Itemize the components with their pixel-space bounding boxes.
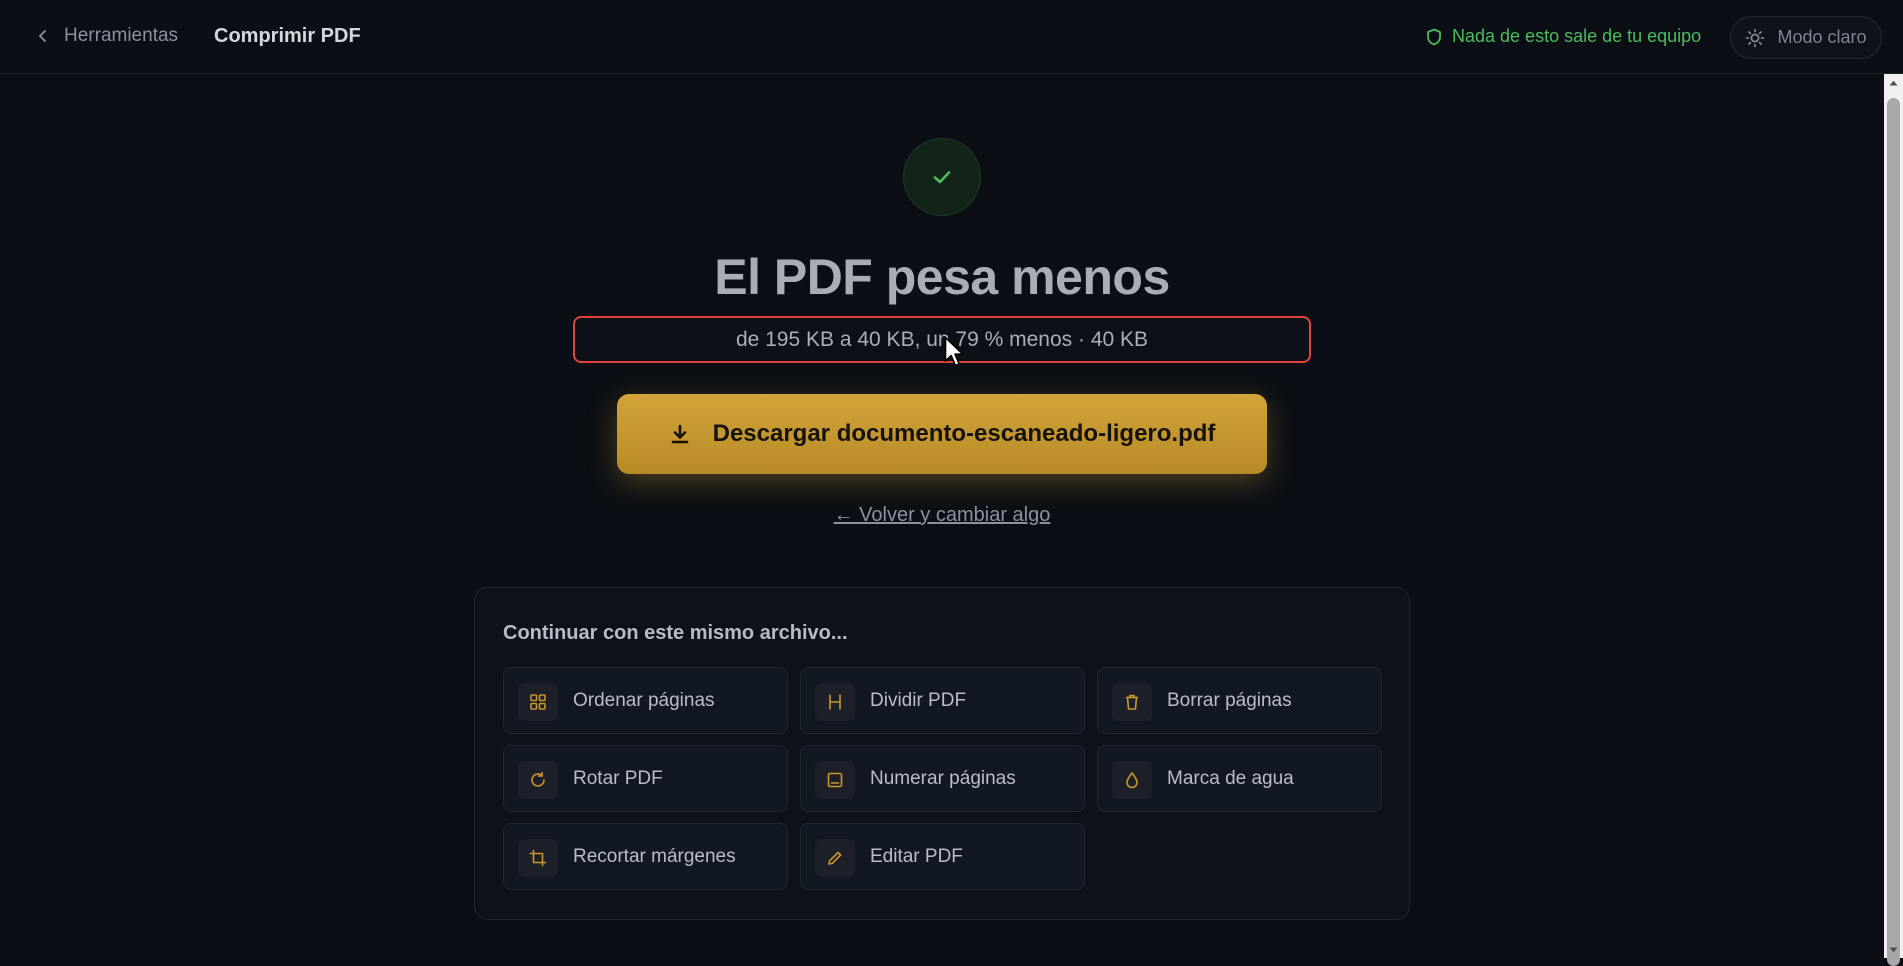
privacy-note: Nada de esto sale de tu equipo bbox=[1426, 26, 1701, 47]
privacy-note-text: Nada de esto sale de tu equipo bbox=[1452, 26, 1702, 46]
tool-editar-pdf[interactable]: Editar PDF bbox=[800, 823, 1085, 890]
back-to-tools-link[interactable]: Herramientas bbox=[36, 25, 178, 47]
back-link-label: Herramientas bbox=[64, 25, 179, 46]
continue-panel-title: Continuar con este mismo archivo... bbox=[503, 622, 848, 644]
tool-dividir-pdf[interactable]: Dividir PDF bbox=[800, 667, 1085, 734]
tool-label: Dividir PDF bbox=[870, 690, 967, 711]
page-title: Comprimir PDF bbox=[214, 25, 361, 47]
tool-borrar-paginas[interactable]: Borrar páginas bbox=[1097, 667, 1382, 734]
rotate-icon bbox=[531, 771, 545, 787]
tool-icon-box bbox=[815, 683, 855, 721]
success-badge bbox=[903, 138, 981, 216]
top-bar: Herramientas Comprimir PDF Nada de esto … bbox=[0, 0, 1903, 74]
scroll-up-arrow-icon[interactable] bbox=[1884, 74, 1903, 91]
sun-icon bbox=[1746, 28, 1765, 47]
tool-icon-box bbox=[518, 839, 558, 877]
tool-marca-de-agua[interactable]: Marca de agua bbox=[1097, 745, 1382, 812]
crop-icon bbox=[529, 849, 547, 867]
chevron-left-icon bbox=[38, 30, 46, 42]
continue-panel: Continuar con este mismo archivo... Orde… bbox=[474, 587, 1410, 920]
download-button[interactable]: Descargar documento-escaneado-ligero.pdf bbox=[617, 394, 1267, 474]
tool-label: Recortar márgenes bbox=[573, 846, 736, 867]
tool-recortar-margenes[interactable]: Recortar márgenes bbox=[503, 823, 788, 890]
tool-icon-box bbox=[1112, 761, 1152, 799]
scroll-down-arrow-icon[interactable] bbox=[1884, 941, 1903, 958]
vertical-scrollbar[interactable] bbox=[1884, 74, 1903, 966]
tool-icon-box bbox=[518, 761, 558, 799]
grid-icon bbox=[530, 694, 546, 710]
shield-icon bbox=[1427, 28, 1441, 45]
tool-rotar-pdf[interactable]: Rotar PDF bbox=[503, 745, 788, 812]
tool-label: Editar PDF bbox=[870, 846, 963, 867]
tool-label: Rotar PDF bbox=[573, 768, 663, 789]
check-icon bbox=[933, 171, 951, 184]
tool-icon-box bbox=[1112, 683, 1152, 721]
tool-ordenar-paginas[interactable]: Ordenar páginas bbox=[503, 667, 788, 734]
tool-icon-box bbox=[815, 839, 855, 877]
page-number-icon bbox=[827, 772, 843, 788]
download-button-label: Descargar documento-escaneado-ligero.pdf bbox=[712, 420, 1216, 447]
tool-icon-box bbox=[815, 761, 855, 799]
pencil-icon bbox=[828, 851, 842, 865]
tool-numerar-paginas[interactable]: Numerar páginas bbox=[800, 745, 1085, 812]
split-icon bbox=[829, 694, 841, 710]
tool-label: Numerar páginas bbox=[870, 768, 1016, 789]
tool-label: Borrar páginas bbox=[1167, 690, 1292, 711]
trash-icon bbox=[1126, 694, 1138, 710]
download-icon bbox=[671, 424, 688, 444]
compression-summary: de 195 KB a 40 KB, un 79 % menos · 40 KB bbox=[573, 316, 1311, 363]
result-title: El PDF pesa menos bbox=[714, 249, 1170, 305]
droplet-icon bbox=[1126, 772, 1138, 789]
tool-label: Ordenar páginas bbox=[573, 690, 715, 711]
tool-label: Marca de agua bbox=[1167, 768, 1294, 789]
theme-toggle-button[interactable]: Modo claro bbox=[1730, 16, 1882, 59]
scrollbar-thumb[interactable] bbox=[1887, 98, 1900, 966]
tool-icon-box bbox=[518, 683, 558, 721]
mouse-cursor-icon bbox=[944, 336, 964, 367]
theme-toggle-label: Modo claro bbox=[1777, 27, 1867, 47]
back-and-change-link[interactable]: ← Volver y cambiar algo bbox=[0, 504, 1884, 527]
